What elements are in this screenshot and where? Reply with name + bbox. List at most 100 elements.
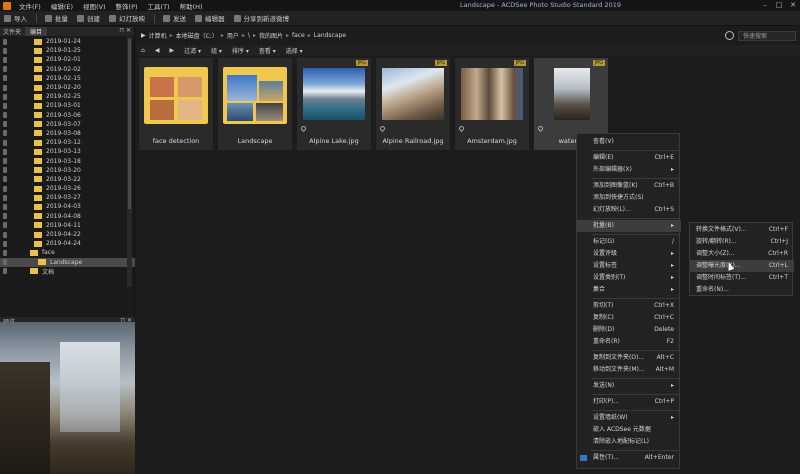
crumb-pictures[interactable]: 我的图片 bbox=[259, 31, 283, 40]
context-menu-item[interactable]: 复制(C) Ctrl+C bbox=[577, 312, 681, 324]
folder-check-icon[interactable] bbox=[3, 56, 7, 63]
submenu-item[interactable]: 调整时间标签(T)... Ctrl+T bbox=[690, 272, 794, 284]
folder-item[interactable]: 2019-04-22 bbox=[0, 230, 135, 239]
menu-view[interactable]: 视图(V) bbox=[78, 1, 111, 11]
search-input[interactable]: 快速搜索 bbox=[738, 31, 796, 41]
folder-item[interactable]: Landscape bbox=[0, 257, 135, 267]
folder-scroll-thumb[interactable] bbox=[128, 39, 131, 209]
folder-check-icon[interactable] bbox=[3, 259, 7, 266]
editor-button[interactable]: 编辑器 bbox=[195, 13, 225, 23]
maximize-icon[interactable]: □ bbox=[772, 0, 786, 11]
folder-item[interactable]: 2019-02-01 bbox=[0, 55, 135, 64]
context-menu-item[interactable]: 发送(N) ▸ bbox=[577, 380, 681, 392]
crumb-landscape[interactable]: Landscape bbox=[314, 32, 346, 39]
context-menu-item[interactable]: 设置墙纸(W) ▸ bbox=[577, 412, 681, 424]
import-button[interactable]: 导入 bbox=[4, 13, 27, 23]
folder-check-icon[interactable] bbox=[3, 158, 7, 165]
folder-item[interactable]: 2019-03-26 bbox=[0, 184, 135, 193]
context-menu-item[interactable]: 标记(G) / bbox=[577, 236, 681, 248]
folder-item[interactable]: 2019-03-20 bbox=[0, 166, 135, 175]
group-dropdown[interactable]: 组 ▾ bbox=[211, 46, 222, 55]
folder-item[interactable]: 2019-03-08 bbox=[0, 129, 135, 138]
submenu-item[interactable]: 重命名(N)... bbox=[690, 284, 794, 296]
folder-check-icon[interactable] bbox=[3, 130, 7, 137]
context-menu-item[interactable]: 属性(T)... Alt+Enter bbox=[577, 452, 681, 464]
folder-item[interactable]: 2019-04-08 bbox=[0, 212, 135, 221]
folder-check-icon[interactable] bbox=[3, 93, 7, 100]
context-menu-item[interactable]: 查看(V) bbox=[577, 136, 681, 148]
folder-item[interactable]: 2019-03-06 bbox=[0, 111, 135, 120]
menu-file[interactable]: 文件(F) bbox=[14, 1, 46, 11]
folder-item[interactable]: 2019-02-02 bbox=[0, 65, 135, 74]
create-button[interactable]: 创建 bbox=[77, 13, 100, 23]
folder-item[interactable]: 2019-03-13 bbox=[0, 147, 135, 156]
tile-alpine-lake[interactable]: JPG Alpine Lake.jpg bbox=[297, 58, 371, 150]
context-menu-item[interactable]: 集合 ▸ bbox=[577, 284, 681, 296]
folder-check-icon[interactable] bbox=[3, 231, 7, 238]
folder-check-icon[interactable] bbox=[3, 47, 7, 54]
folder-item[interactable]: 2019-04-24 bbox=[0, 239, 135, 248]
folder-check-icon[interactable] bbox=[3, 167, 7, 174]
batch-button[interactable]: 批量 bbox=[45, 13, 68, 23]
folder-check-icon[interactable] bbox=[3, 121, 7, 128]
folder-item[interactable]: 2019-04-11 bbox=[0, 221, 135, 230]
folder-item[interactable]: 2019-04-03 bbox=[0, 202, 135, 211]
context-menu-item[interactable]: 外部编辑器(X) ▸ bbox=[577, 164, 681, 176]
context-menu-item[interactable]: 幻灯放映(L)... Ctrl+S bbox=[577, 204, 681, 216]
context-menu-item[interactable]: 移动到文件夹(M)... Alt+M bbox=[577, 364, 681, 376]
context-menu-item[interactable]: 删除(D) Delete bbox=[577, 324, 681, 336]
folder-check-icon[interactable] bbox=[3, 75, 7, 82]
crumb-face[interactable]: face bbox=[292, 32, 305, 39]
submenu-item[interactable]: 旋转/翻转(R)... Ctrl+J bbox=[690, 236, 794, 248]
folder-check-icon[interactable] bbox=[3, 268, 7, 275]
catalog-tab[interactable]: 编目 bbox=[25, 27, 48, 36]
folder-item[interactable]: 2019-03-07 bbox=[0, 120, 135, 129]
context-menu-item[interactable]: 添加到图像篮(K) Ctrl+B bbox=[577, 180, 681, 192]
context-menu-item[interactable]: 复制到文件夹(O)... Alt+C bbox=[577, 352, 681, 364]
tile-amsterdam[interactable]: JPG Amsterdam.jpg bbox=[455, 58, 529, 150]
context-menu-item[interactable]: 重命名(R) F2 bbox=[577, 336, 681, 348]
context-menu-item[interactable]: 设置标签 ▸ bbox=[577, 260, 681, 272]
context-menu-item[interactable]: 设置类别(T) ▸ bbox=[577, 272, 681, 284]
refresh-icon[interactable] bbox=[725, 31, 734, 40]
view-dropdown[interactable]: 查看 ▾ bbox=[259, 46, 276, 55]
folder-item[interactable]: 2019-01-24 bbox=[0, 37, 135, 46]
tile-folder-face-detection[interactable]: face detection bbox=[139, 58, 213, 150]
folder-item[interactable]: 2019-03-22 bbox=[0, 175, 135, 184]
context-menu-item[interactable]: 剪切(T) Ctrl+X bbox=[577, 300, 681, 312]
nav-forward-icon[interactable]: ▶ bbox=[169, 47, 174, 54]
folder-check-icon[interactable] bbox=[3, 176, 7, 183]
folder-item[interactable]: 2019-02-25 bbox=[0, 92, 135, 101]
folder-check-icon[interactable] bbox=[3, 203, 7, 210]
tile-alpine-railroad[interactable]: JPG Alpine Railroad.jpg bbox=[376, 58, 450, 150]
context-menu-item[interactable]: 设置评级 ▸ bbox=[577, 248, 681, 260]
folder-item[interactable]: 2019-03-18 bbox=[0, 156, 135, 165]
folder-check-icon[interactable] bbox=[3, 213, 7, 220]
folder-item[interactable]: face bbox=[0, 248, 135, 257]
tile-folder-landscape[interactable]: Landscape bbox=[218, 58, 292, 150]
folder-check-icon[interactable] bbox=[3, 194, 7, 201]
folder-item[interactable]: 文档 bbox=[0, 267, 135, 276]
folder-check-icon[interactable] bbox=[3, 222, 7, 229]
home-icon[interactable]: ⌂ bbox=[141, 47, 145, 54]
context-menu-item[interactable]: 清除嵌入地配标记(L) bbox=[577, 436, 681, 448]
folder-check-icon[interactable] bbox=[3, 102, 7, 109]
context-menu-item[interactable]: 批量(B) ▸ bbox=[577, 220, 681, 232]
context-menu-item[interactable]: 嵌入 ACDSee 元数据 bbox=[577, 424, 681, 436]
menu-edit[interactable]: 编辑(E) bbox=[46, 1, 78, 11]
context-menu-item[interactable]: 打印(P)... Ctrl+P bbox=[577, 396, 681, 408]
folder-item[interactable]: 2019-03-27 bbox=[0, 193, 135, 202]
filter-dropdown[interactable]: 过滤 ▾ bbox=[184, 46, 201, 55]
folder-item[interactable]: 2019-02-20 bbox=[0, 83, 135, 92]
folder-item[interactable]: 2019-03-12 bbox=[0, 138, 135, 147]
back-icon[interactable]: ▶ bbox=[141, 32, 146, 39]
folder-check-icon[interactable] bbox=[3, 66, 7, 73]
crumb-users[interactable]: 用户 bbox=[227, 31, 239, 40]
folder-check-icon[interactable] bbox=[3, 240, 7, 247]
sort-dropdown[interactable]: 排序 ▾ bbox=[232, 46, 249, 55]
menu-tools[interactable]: 工具(T) bbox=[143, 1, 175, 11]
context-menu-item[interactable]: 添加到快捷方式(S) bbox=[577, 192, 681, 204]
panel-pin-close-icon[interactable]: ⊓ ✕ bbox=[119, 27, 131, 34]
send-button[interactable]: 发送 bbox=[163, 13, 186, 23]
nav-back-icon[interactable]: ◀ bbox=[155, 47, 160, 54]
